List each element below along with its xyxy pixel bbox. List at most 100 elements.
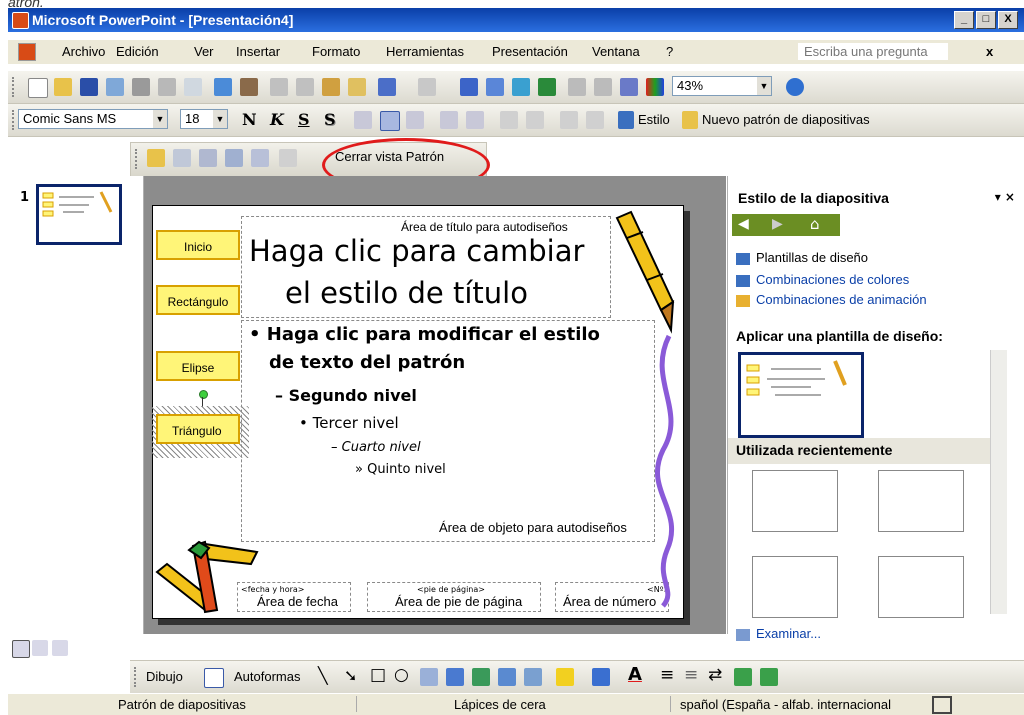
italic-button[interactable]: K — [270, 110, 284, 129]
spelling-icon[interactable] — [214, 78, 232, 96]
undo-icon[interactable] — [378, 78, 396, 96]
document-icon[interactable] — [18, 43, 36, 61]
numbering-icon[interactable] — [440, 111, 458, 129]
diagram-icon[interactable] — [472, 668, 490, 686]
grid-icon[interactable] — [620, 78, 638, 96]
email-icon[interactable] — [132, 78, 150, 96]
clipart-icon[interactable] — [498, 668, 516, 686]
bold-button[interactable]: N — [242, 110, 257, 129]
delete-master-icon[interactable] — [199, 149, 217, 167]
triangulo-button[interactable]: Triángulo — [156, 414, 240, 444]
increase-indent-icon[interactable] — [586, 111, 604, 129]
template-scrollbar[interactable] — [990, 350, 1007, 614]
table-icon[interactable] — [486, 78, 504, 96]
select-pointer-icon[interactable] — [204, 668, 224, 688]
rectangulo-button[interactable]: Rectángulo — [156, 285, 240, 315]
inicio-button[interactable]: Inicio — [156, 230, 240, 260]
menu-edicion[interactable]: Edición — [116, 44, 159, 59]
menu-archivo[interactable]: Archivo — [62, 44, 105, 59]
design-templates-link[interactable]: Plantillas de diseño — [736, 250, 868, 265]
decrease-font-icon[interactable] — [526, 111, 544, 129]
slide-thumbnail[interactable] — [36, 184, 122, 245]
align-left-icon[interactable] — [354, 111, 372, 129]
minimize-button[interactable]: _ — [954, 11, 974, 29]
draw-menu[interactable]: Dibujo — [146, 669, 183, 684]
oval-icon[interactable]: ○ — [394, 665, 409, 685]
save-icon[interactable] — [80, 78, 98, 96]
copy-icon[interactable] — [296, 78, 314, 96]
slideshow-view-icon[interactable] — [52, 640, 68, 656]
open-icon[interactable] — [54, 78, 72, 96]
underline-button[interactable]: S — [298, 110, 310, 129]
align-right-icon[interactable] — [406, 111, 424, 129]
picture-icon[interactable] — [524, 668, 542, 686]
line-icon[interactable]: ╲ — [318, 666, 328, 685]
color-icon[interactable] — [646, 78, 664, 96]
decrease-indent-icon[interactable] — [560, 111, 578, 129]
line-color-icon[interactable] — [592, 668, 610, 686]
design-icon[interactable] — [618, 111, 634, 129]
maximize-button[interactable]: □ — [976, 11, 996, 29]
spelling-status-icon[interactable] — [932, 696, 952, 714]
close-button[interactable]: X — [998, 11, 1018, 29]
ask-question-input[interactable]: Escriba una pregunta — [798, 43, 948, 60]
formatting-icon[interactable] — [594, 78, 612, 96]
animation-schemes-link[interactable]: Combinaciones de animación — [736, 292, 927, 307]
color-schemes-link[interactable]: Combinaciones de colores — [736, 272, 909, 287]
menu-ver[interactable]: Ver — [194, 44, 214, 59]
arrow-style-icon[interactable]: ⇄ — [708, 665, 722, 685]
recent-template-1[interactable] — [752, 470, 838, 532]
recent-template-2[interactable] — [878, 470, 964, 532]
elipse-button[interactable]: Elipse — [156, 351, 240, 381]
wordart-icon[interactable] — [446, 668, 464, 686]
slide-canvas[interactable]: Inicio Rectángulo Elipse Triángulo Área … — [151, 205, 684, 619]
forward-icon[interactable]: ▶ — [772, 216, 783, 232]
rotate-handle-icon[interactable] — [199, 390, 208, 399]
format-painter-icon[interactable] — [348, 78, 366, 96]
shadow-button[interactable]: S — [324, 110, 336, 129]
browse-link[interactable]: Examinar... — [736, 626, 821, 641]
align-center-icon[interactable] — [380, 111, 400, 131]
rename-master-icon[interactable] — [251, 149, 269, 167]
cut-icon[interactable] — [270, 78, 288, 96]
chart-icon[interactable] — [460, 78, 478, 96]
menu-presentacion[interactable]: Presentación — [492, 44, 568, 59]
home-icon[interactable]: ⌂ — [810, 215, 820, 233]
preserve-master-icon[interactable] — [225, 149, 243, 167]
size-select[interactable]: 18 ▼ — [180, 109, 228, 129]
preview-icon[interactable] — [184, 78, 202, 96]
back-icon[interactable]: ◀ — [738, 216, 749, 232]
help-icon[interactable] — [786, 78, 804, 96]
increase-font-icon[interactable] — [500, 111, 518, 129]
new-icon[interactable] — [28, 78, 48, 98]
expand-icon[interactable] — [568, 78, 586, 96]
tables-borders-icon[interactable] — [512, 78, 530, 96]
new-slide-master-button[interactable]: Nuevo patrón de diapositivas — [702, 112, 870, 127]
normal-view-icon[interactable] — [12, 640, 30, 658]
close-doc-icon[interactable]: x — [986, 44, 993, 59]
insert-master-icon[interactable] — [147, 149, 165, 167]
zoom-select[interactable]: 43% ▼ — [672, 76, 772, 96]
dash-style-icon[interactable]: ≡ — [684, 665, 698, 685]
shadow-style-icon[interactable] — [734, 668, 752, 686]
rectangle-icon[interactable]: □ — [370, 665, 386, 685]
font-color-icon[interactable]: A — [628, 664, 642, 685]
menu-insertar[interactable]: Insertar — [236, 44, 280, 59]
menu-ayuda[interactable]: ? — [666, 44, 673, 59]
menu-formato[interactable]: Formato — [312, 44, 360, 59]
task-pane-close-icon[interactable]: ▾ × — [995, 190, 1015, 204]
bullets-icon[interactable] — [466, 111, 484, 129]
line-style-icon[interactable]: ≡ — [660, 665, 674, 685]
font-select[interactable]: Comic Sans MS ▼ — [18, 109, 168, 129]
recent-template-3[interactable] — [752, 556, 838, 618]
textbox-icon[interactable] — [420, 668, 438, 686]
hyperlink-icon[interactable] — [538, 78, 556, 96]
recent-template-4[interactable] — [878, 556, 964, 618]
redo-icon[interactable] — [418, 78, 436, 96]
sorter-view-icon[interactable] — [32, 640, 48, 656]
current-template[interactable] — [738, 352, 864, 438]
autoshapes-menu[interactable]: Autoformas — [234, 669, 300, 684]
design-button[interactable]: Estilo — [638, 112, 670, 127]
paste-icon[interactable] — [322, 78, 340, 96]
print-icon[interactable] — [158, 78, 176, 96]
